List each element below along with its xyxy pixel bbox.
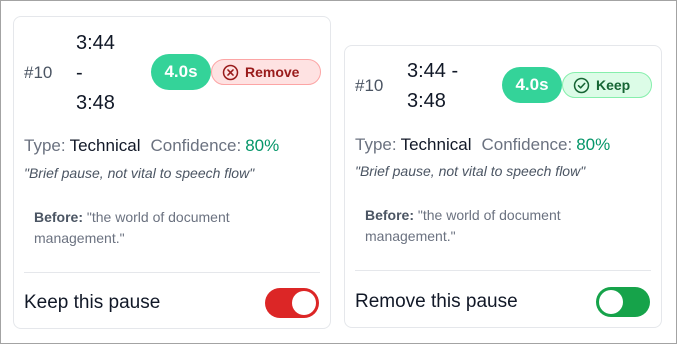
check-circle-icon (573, 77, 590, 94)
pause-card: #10 3:44 - 3:48 4.0s Keep Type: Technical… (344, 45, 662, 328)
duration-badge: 4.0s (502, 67, 562, 103)
type-value: Technical (69, 136, 141, 155)
before-text-line1: "the world of document (417, 207, 561, 223)
divider (355, 270, 651, 271)
pause-card: #10 3:44 - 3:48 4.0s Remove Type: Technic… (13, 16, 331, 329)
type-label: Type: (355, 135, 397, 154)
keep-badge[interactable]: Keep (562, 72, 652, 98)
divider (24, 272, 320, 273)
toggle-knob (599, 290, 623, 314)
time-end: 3:48 (407, 90, 446, 112)
pause-id: #10 (24, 63, 53, 82)
time-start: 3:44 - (407, 60, 459, 82)
meta-row: Type: Technical Confidence: 80% (24, 136, 279, 156)
type-label: Type: (24, 136, 66, 155)
toggle-knob (292, 291, 316, 315)
keep-pause-toggle[interactable] (265, 288, 319, 318)
toggle-label: Remove this pause (355, 291, 518, 312)
before-context: Before: "the world of document managemen… (34, 207, 230, 249)
remove-pause-toggle[interactable] (596, 287, 650, 317)
duration-badge: 4.0s (151, 54, 211, 90)
reason-text: "Brief pause, not vital to speech flow" (355, 163, 586, 179)
remove-badge[interactable]: Remove (211, 59, 321, 85)
before-text-line2: management." (34, 230, 125, 246)
before-context: Before: "the world of document managemen… (365, 205, 561, 247)
pause-id: #10 (355, 76, 384, 95)
badge-label: Remove (245, 64, 300, 80)
badge-label: Keep (596, 77, 631, 93)
before-text-line1: "the world of document (86, 209, 230, 225)
before-label: Before: (365, 207, 415, 223)
time-separator: - (76, 62, 83, 84)
time-end: 3:48 (76, 92, 115, 114)
confidence-label: Confidence: (481, 135, 573, 154)
before-label: Before: (34, 209, 84, 225)
reason-text: "Brief pause, not vital to speech flow" (24, 165, 255, 181)
toggle-label: Keep this pause (24, 292, 161, 313)
confidence-value: 80% (576, 135, 611, 154)
confidence-value: 80% (245, 136, 280, 155)
before-text-line2: management." (365, 228, 456, 244)
x-circle-icon (222, 64, 239, 81)
time-start: 3:44 (76, 32, 115, 54)
confidence-label: Confidence: (150, 136, 242, 155)
meta-row: Type: Technical Confidence: 80% (355, 135, 610, 155)
type-value: Technical (400, 135, 472, 154)
